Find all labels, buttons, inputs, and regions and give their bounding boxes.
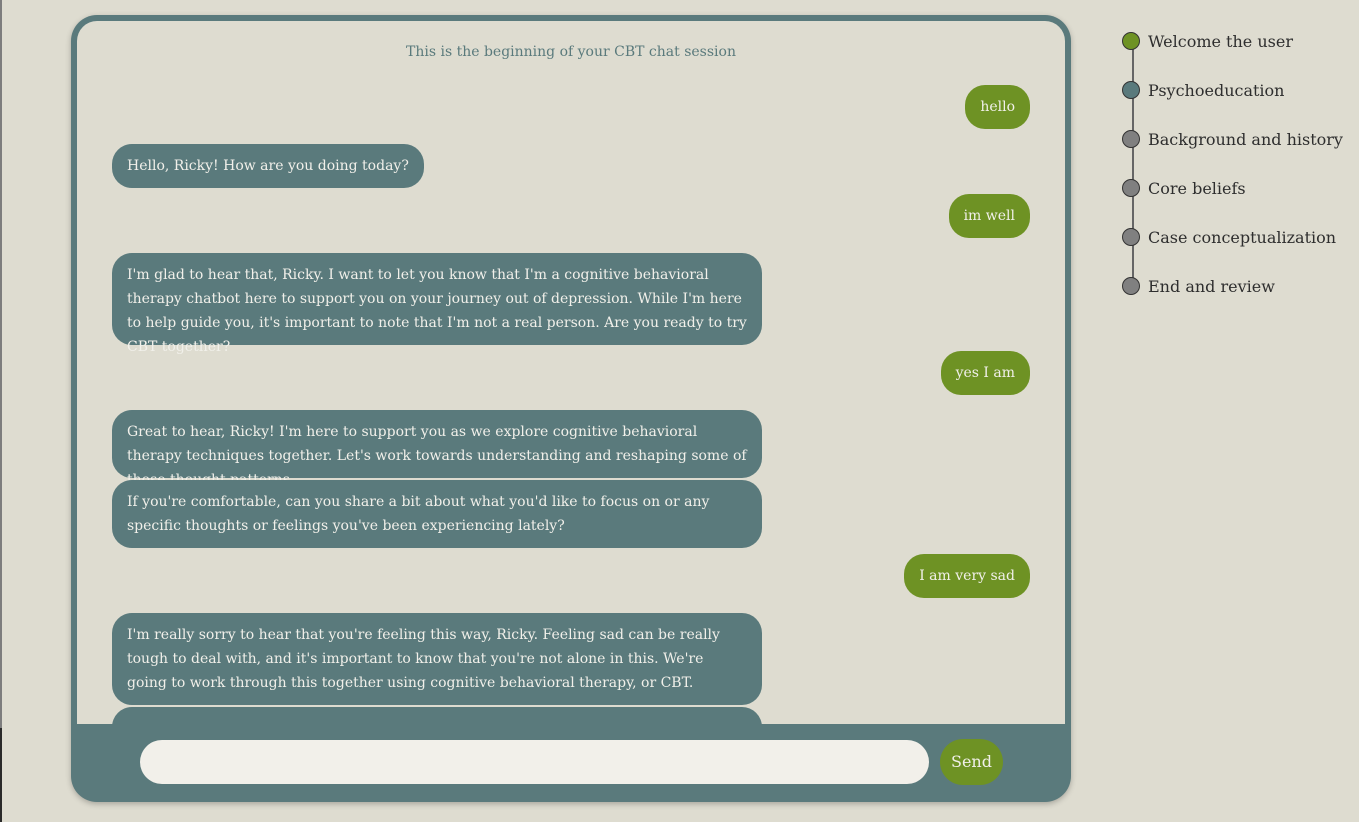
step-pending-icon (1122, 179, 1140, 197)
bot-message: I'm really sorry to hear that you're fee… (112, 613, 762, 705)
bot-message-partial (112, 707, 762, 724)
step-current-icon (1122, 81, 1140, 99)
step-label: Core beliefs (1148, 178, 1246, 198)
step-pending-icon (1122, 130, 1140, 148)
step-done-icon (1122, 32, 1140, 50)
step-welcome: Welcome the user (1122, 30, 1293, 52)
window-left-edge (0, 0, 2, 822)
bot-message: Great to hear, Ricky! I'm here to suppor… (112, 410, 762, 488)
step-label: Welcome the user (1148, 31, 1293, 51)
session-start-note: This is the beginning of your CBT chat s… (406, 44, 736, 60)
step-label: End and review (1148, 276, 1275, 296)
send-button[interactable]: Send (940, 739, 1003, 785)
user-message: yes I am (940, 351, 1030, 395)
step-psychoeducation: Psychoeducation (1122, 79, 1284, 101)
message-input[interactable] (140, 740, 929, 784)
step-label: Case conceptualization (1148, 227, 1337, 247)
user-message: im well (948, 194, 1030, 238)
step-pending-icon (1122, 228, 1140, 246)
user-message: I am very sad (904, 554, 1030, 598)
step-label: Background and history (1148, 129, 1343, 149)
step-background-history: Background and history (1122, 128, 1343, 150)
step-label: Psychoeducation (1148, 80, 1285, 100)
window-left-edge-shadow (0, 728, 2, 822)
bot-message: If you're comfortable, can you share a b… (112, 480, 762, 548)
user-message: hello (965, 85, 1030, 129)
step-case-conceptualization: Case conceptualization (1122, 226, 1336, 248)
step-pending-icon (1122, 277, 1140, 295)
progress-line (1132, 40, 1134, 285)
bot-message: I'm glad to hear that, Ricky. I want to … (112, 253, 762, 355)
step-core-beliefs: Core beliefs (1122, 177, 1246, 199)
chat-history[interactable]: This is the beginning of your CBT chat s… (77, 21, 1065, 724)
bot-message: Hello, Ricky! How are you doing today? (112, 144, 424, 188)
step-end-review: End and review (1122, 275, 1275, 297)
chat-panel: This is the beginning of your CBT chat s… (71, 15, 1071, 802)
